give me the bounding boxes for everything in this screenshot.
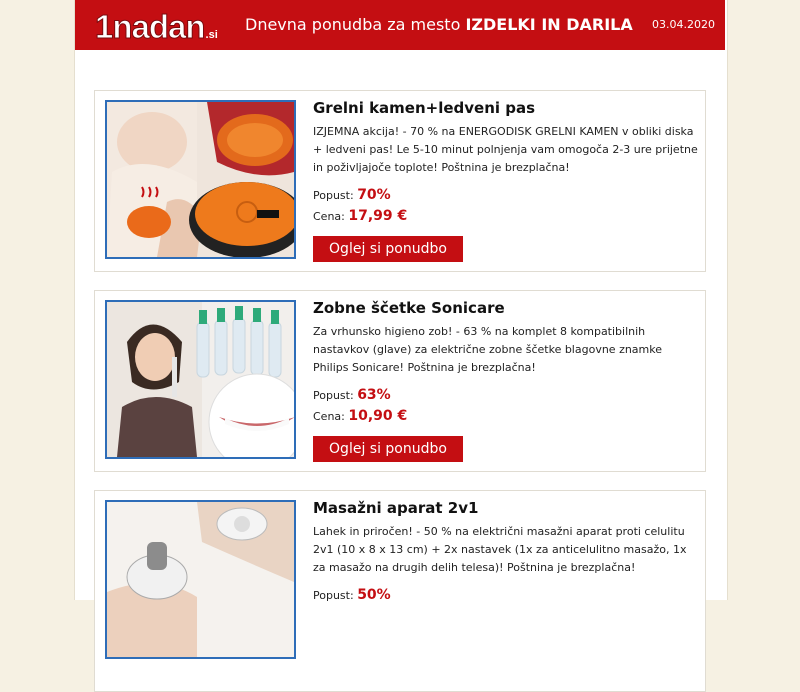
- header-bar: 1nadan .si Dnevna ponudba za mesto IZDEL…: [75, 0, 725, 50]
- site-logo[interactable]: 1nadan .si: [95, 6, 218, 44]
- offer-title[interactable]: Grelni kamen+ledveni pas: [313, 99, 698, 117]
- offer-meta: Popust: 63% Cena: 10,90 €: [313, 385, 698, 427]
- toothbrush-heads-photo-icon: [107, 302, 294, 457]
- offer-image[interactable]: [105, 500, 296, 659]
- offer-title[interactable]: Masažni aparat 2v1: [313, 499, 698, 517]
- heating-stone-photo-icon: [107, 102, 294, 257]
- offer-image[interactable]: [105, 300, 296, 459]
- discount-value: 70%: [357, 187, 391, 203]
- price-label: Cena:: [313, 210, 345, 223]
- offer-description: Za vrhunsko higieno zob! - 63 % na kompl…: [313, 325, 663, 374]
- discount-value: 63%: [357, 387, 391, 403]
- discount-label: Popust:: [313, 589, 354, 602]
- logo-text: 1nadan: [95, 8, 207, 45]
- discount-row: Popust: 63%: [313, 385, 698, 406]
- discount-row: Popust: 70%: [313, 185, 698, 206]
- header-title-prefix: Dnevna ponudba za mesto: [245, 15, 466, 34]
- discount-value: 50%: [357, 587, 391, 603]
- price-row: Cena: 17,99 €: [313, 206, 698, 227]
- view-offer-button[interactable]: Oglej si ponudbo: [313, 436, 463, 462]
- massager-photo-icon: [107, 502, 294, 657]
- discount-label: Popust:: [313, 189, 354, 202]
- offer-card: Grelni kamen+ledveni pas IZJEMNA akcija!…: [94, 90, 706, 272]
- offer-body: Masažni aparat 2v1 Lahek in priročen! - …: [313, 499, 698, 606]
- discount-row: Popust: 50%: [313, 585, 698, 606]
- offer-meta: Popust: 70% Cena: 17,99 €: [313, 185, 698, 227]
- header-title: Dnevna ponudba za mesto IZDELKI IN DARIL…: [245, 0, 633, 50]
- offer-card: Masažni aparat 2v1 Lahek in priročen! - …: [94, 490, 706, 692]
- offer-description: IZJEMNA akcija! - 70 % na ENERGODISK GRE…: [313, 125, 698, 174]
- offer-body: Zobne ščetke Sonicare Za vrhunsko higien…: [313, 299, 698, 427]
- view-offer-button[interactable]: Oglej si ponudbo: [313, 236, 463, 262]
- header-city: IZDELKI IN DARILA: [465, 15, 633, 34]
- offer-title[interactable]: Zobne ščetke Sonicare: [313, 299, 698, 317]
- offer-image[interactable]: [105, 100, 296, 259]
- offer-description: Lahek in priročen! - 50 % na električni …: [313, 525, 687, 574]
- price-label: Cena:: [313, 410, 345, 423]
- price-row: Cena: 10,90 €: [313, 406, 698, 427]
- offer-meta: Popust: 50%: [313, 585, 698, 606]
- header-date: 03.04.2020: [652, 18, 715, 31]
- offer-body: Grelni kamen+ledveni pas IZJEMNA akcija!…: [313, 99, 698, 227]
- offer-card: Zobne ščetke Sonicare Za vrhunsko higien…: [94, 290, 706, 472]
- discount-label: Popust:: [313, 389, 354, 402]
- logo-tld: .si: [205, 29, 218, 41]
- price-value: 17,99 €: [348, 208, 408, 224]
- price-value: 10,90 €: [348, 408, 408, 424]
